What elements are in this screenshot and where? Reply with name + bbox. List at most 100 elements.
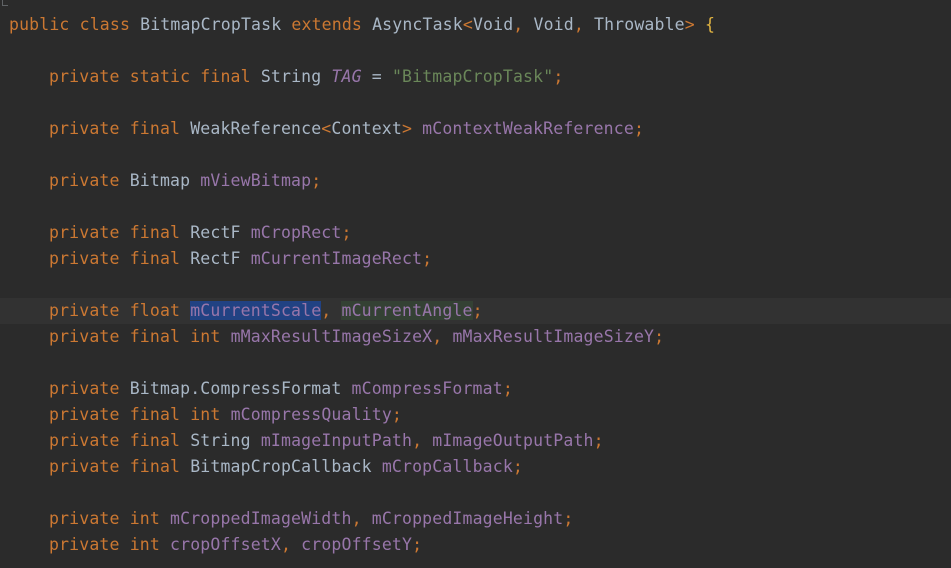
keyword: private (49, 327, 120, 346)
generic-bracket: > (684, 15, 695, 34)
keyword: final (129, 457, 181, 476)
semicolon: ; (502, 379, 513, 398)
keyword: private (49, 301, 120, 320)
class-name: BitmapCropTask (140, 15, 282, 34)
field-name: mCompressFormat (351, 379, 503, 398)
semicolon: ; (391, 405, 402, 424)
selected-field-name[interactable]: mCurrentScale (190, 301, 322, 320)
field-name: cropOffsetY (301, 535, 413, 554)
code-line-tag[interactable]: private static final String TAG = "Bitma… (0, 64, 951, 90)
semicolon: ; (422, 249, 433, 268)
keyword: class (79, 15, 131, 34)
type-name: AsyncTask (372, 15, 463, 34)
type-name: Bitmap.CompressFormat (129, 379, 342, 398)
keyword: private (49, 171, 120, 190)
keyword: int (129, 535, 160, 554)
keyword: private (49, 457, 120, 476)
keyword: private (49, 431, 120, 450)
keyword: private (49, 405, 120, 424)
field-name: mViewBitmap (200, 171, 312, 190)
semicolon: ; (472, 301, 483, 320)
comma: , (280, 535, 292, 554)
field-name: mCropRect (250, 223, 342, 242)
code-line-crop-callback[interactable]: private final BitmapCropCallback mCropCa… (0, 454, 951, 480)
code-line-current-scale[interactable]: private float mCurrentScale, mCurrentAng… (0, 298, 951, 324)
code-line-crop-rect[interactable]: private final RectF mCropRect; (0, 220, 951, 246)
type-name: RectF (190, 223, 241, 242)
keyword: final (200, 67, 251, 86)
type-name: BitmapCropCallback (190, 457, 372, 476)
comma: , (513, 15, 524, 34)
open-brace: { (704, 15, 716, 34)
code-editor[interactable]: public class BitmapCropTask extends Asyn… (0, 0, 951, 568)
field-name: mImageInputPath (260, 431, 413, 450)
type-name: RectF (190, 249, 241, 268)
field-name: mCroppedImageWidth (170, 509, 352, 528)
field-name: mMaxResultImageSizeY (452, 327, 655, 346)
code-line-view-bitmap[interactable]: private Bitmap mViewBitmap; (0, 168, 951, 194)
generic-bracket: > (401, 119, 413, 138)
keyword: private (49, 379, 120, 398)
comma: , (432, 327, 443, 346)
highlighted-field-name[interactable]: mCurrentAngle (341, 301, 473, 320)
field-name: mImageOutputPath (432, 431, 594, 450)
keyword: static (129, 67, 191, 86)
keyword: int (190, 327, 221, 346)
field-name: cropOffsetX (170, 535, 281, 554)
code-line-cropped-image-size[interactable]: private int mCroppedImageWidth, mCropped… (0, 506, 951, 532)
keyword: int (190, 405, 221, 424)
code-line-compress-format[interactable]: private Bitmap.CompressFormat mCompressF… (0, 376, 951, 402)
semicolon: ; (633, 119, 645, 138)
code-line-current-image-rect[interactable]: private final RectF mCurrentImageRect; (0, 246, 951, 272)
semicolon: ; (563, 509, 574, 528)
keyword: int (129, 509, 160, 528)
keyword: final (129, 249, 181, 268)
type-name: Context (331, 119, 402, 138)
keyword: extends (291, 15, 362, 34)
keyword: final (129, 119, 181, 138)
semicolon: ; (311, 171, 322, 190)
type-name: String (260, 67, 322, 86)
semicolon: ; (553, 67, 564, 86)
field-name: mCompressQuality (230, 405, 392, 424)
keyword: final (129, 223, 181, 242)
type-name: WeakReference (190, 119, 322, 138)
generic-bracket: < (321, 119, 332, 138)
field-name: mContextWeakReference (422, 119, 634, 138)
comma: , (351, 509, 362, 528)
keyword: final (129, 405, 181, 424)
type-name: Void (472, 15, 514, 34)
code-line-image-paths[interactable]: private final String mImageInputPath, mI… (0, 428, 951, 454)
keyword: final (129, 327, 181, 346)
keyword: float (129, 301, 181, 320)
string-literal: "BitmapCropTask" (391, 67, 554, 86)
keyword: private (49, 535, 120, 554)
fold-marker-icon[interactable] (2, 0, 8, 6)
keyword: public (9, 15, 70, 34)
field-name: mCurrentImageRect (250, 249, 423, 268)
code-line-max-result-size[interactable]: private final int mMaxResultImageSizeX, … (0, 324, 951, 350)
field-name: mCropCallback (381, 457, 513, 476)
code-line-crop-offset[interactable]: private int cropOffsetX, cropOffsetY; (0, 532, 951, 558)
comma: , (573, 15, 584, 34)
keyword: private (49, 249, 120, 268)
semicolon: ; (341, 223, 352, 242)
generic-bracket: < (462, 15, 473, 34)
code-line-context-weak-reference[interactable]: private final WeakReference<Context> mCo… (0, 116, 951, 142)
semicolon: ; (412, 535, 423, 554)
type-name: String (190, 431, 251, 450)
type-name: Bitmap (129, 171, 191, 190)
comma: , (321, 301, 332, 320)
comma: , (412, 431, 423, 450)
semicolon: ; (512, 457, 523, 476)
operator: = (371, 67, 382, 86)
code-line-compress-quality[interactable]: private final int mCompressQuality; (0, 402, 951, 428)
static-field-name: TAG (331, 67, 362, 86)
semicolon: ; (654, 327, 665, 346)
keyword: private (49, 223, 120, 242)
keyword: private (49, 119, 120, 138)
semicolon: ; (593, 431, 604, 450)
code-line-class-declaration[interactable]: public class BitmapCropTask extends Asyn… (0, 12, 951, 38)
type-name: Void (533, 15, 574, 34)
keyword: final (129, 431, 181, 450)
